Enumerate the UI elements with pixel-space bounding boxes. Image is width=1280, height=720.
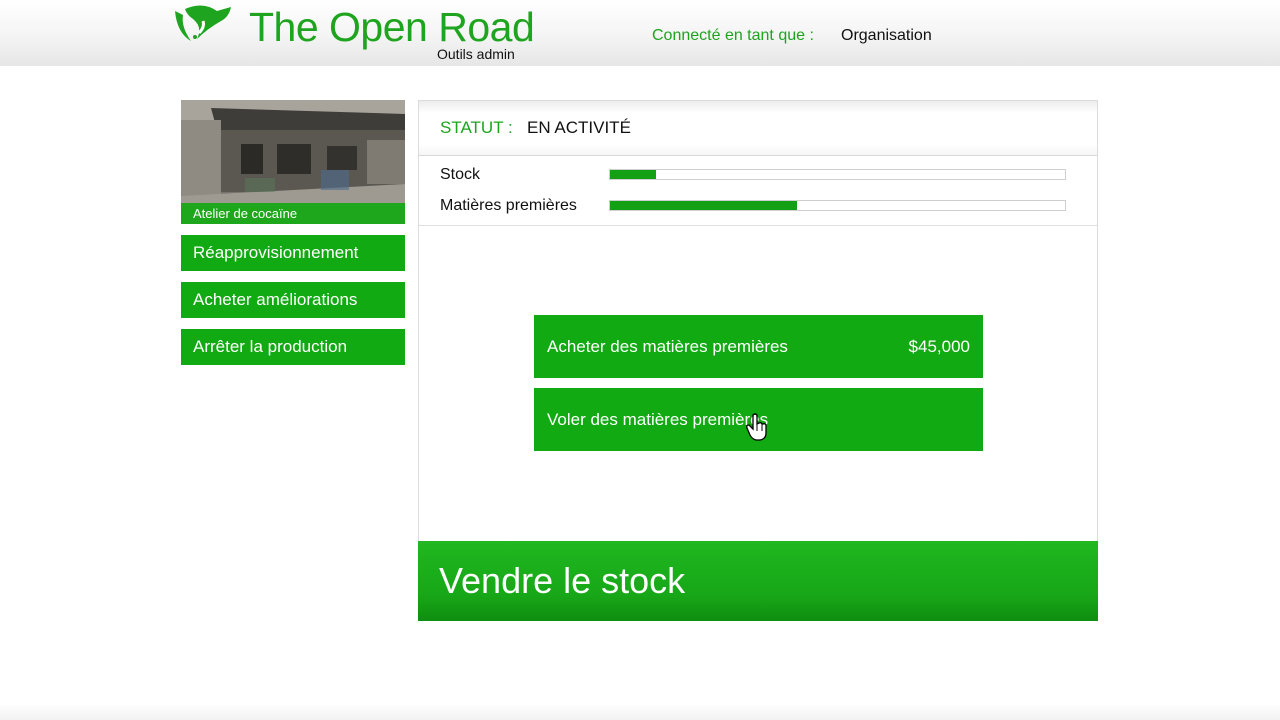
hand-pointer-icon bbox=[746, 413, 767, 441]
stock-bar bbox=[609, 169, 1066, 180]
stock-bar-fill bbox=[610, 170, 656, 179]
supplies-bar bbox=[609, 200, 1066, 211]
brand-subtitle: Outils admin bbox=[437, 46, 515, 62]
login-value: Organisation bbox=[841, 27, 932, 44]
sell-stock-label: Vendre le stock bbox=[439, 560, 686, 601]
header: The Open Road Outils admin Connecté en t… bbox=[0, 0, 1280, 66]
status-bar: STATUT : EN ACTIVITÉ bbox=[419, 101, 1097, 156]
sell-stock-button[interactable]: Vendre le stock bbox=[418, 541, 1098, 621]
stop-production-button[interactable]: Arrêter la production bbox=[181, 329, 405, 365]
status-value: EN ACTIVITÉ bbox=[527, 118, 631, 137]
footer-strip bbox=[0, 703, 1280, 720]
restock-button[interactable]: Réapprovisionnement bbox=[181, 235, 405, 271]
buy-upgrades-button[interactable]: Acheter améliorations bbox=[181, 282, 405, 318]
open-road-logo-icon bbox=[175, 5, 231, 41]
login-label: Connecté en tant que : bbox=[652, 27, 814, 44]
progress-section: Stock Matières premières bbox=[419, 156, 1097, 226]
property-caption: Atelier de cocaïne bbox=[181, 203, 405, 224]
steal-supplies-label: Voler des matières premières bbox=[547, 410, 769, 429]
status-label: STATUT : bbox=[440, 118, 513, 137]
stock-label: Stock bbox=[440, 166, 481, 183]
buy-supplies-label: Acheter des matières premières bbox=[547, 337, 788, 356]
buy-supplies-price: $45,000 bbox=[908, 337, 970, 356]
brand-title: The Open Road bbox=[249, 4, 535, 50]
supplies-bar-fill bbox=[610, 201, 797, 210]
business-panel: STATUT : EN ACTIVITÉ Stock Matières prem… bbox=[418, 100, 1098, 621]
buy-supplies-button[interactable]: Acheter des matières premières $45,000 bbox=[534, 315, 983, 378]
property-card[interactable]: Atelier de cocaïne bbox=[181, 100, 405, 224]
supplies-label: Matières premières bbox=[440, 197, 577, 214]
